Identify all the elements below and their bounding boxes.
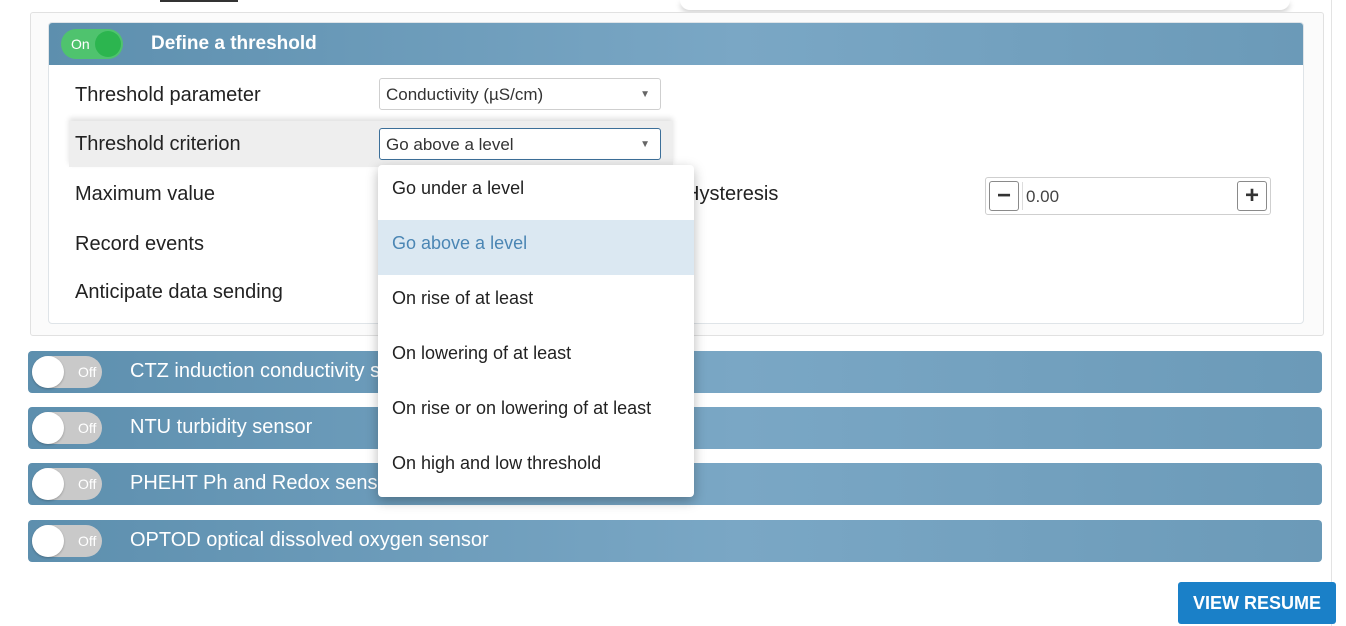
optod-toggle[interactable]: Off xyxy=(32,525,102,557)
toggle-knob xyxy=(32,356,64,388)
dropdown-option-on-lowering[interactable]: On lowering of at least xyxy=(378,330,694,385)
chevron-down-icon: ▼ xyxy=(640,89,650,100)
sensor-title: NTU turbidity sensor xyxy=(130,416,313,438)
hysteresis-label: Hysteresis xyxy=(685,183,779,205)
minus-icon[interactable]: − xyxy=(989,181,1019,211)
record-events-label: Record events xyxy=(75,233,204,255)
toggle-state-label: Off xyxy=(78,420,97,436)
right-divider xyxy=(1331,0,1332,626)
anticipate-data-sending-label: Anticipate data sending xyxy=(75,281,283,303)
toggle-knob xyxy=(32,468,64,500)
criterion-dropdown-menu: Go under a level Go above a level On ris… xyxy=(378,165,694,497)
toggle-state-label: Off xyxy=(78,476,97,492)
toggle-state-label: Off xyxy=(78,533,97,549)
dropdown-option-high-low[interactable]: On high and low threshold xyxy=(378,440,694,495)
top-underline xyxy=(160,0,238,2)
sensor-title: PHEHT Ph and Redox sensor xyxy=(130,472,396,494)
dropdown-option-go-under[interactable]: Go under a level xyxy=(378,165,694,220)
hysteresis-stepper: − 0.00 + xyxy=(985,177,1271,215)
toggle-knob xyxy=(95,31,121,57)
pheht-toggle[interactable]: Off xyxy=(32,468,102,500)
threshold-parameter-label: Threshold parameter xyxy=(75,84,261,106)
toggle-knob xyxy=(32,412,64,444)
stepper-divider xyxy=(1022,182,1023,210)
hysteresis-input[interactable]: 0.00 xyxy=(1026,187,1059,207)
maximum-value-label: Maximum value xyxy=(75,183,216,205)
sensor-bar-optod[interactable]: Off OPTOD optical dissolved oxygen senso… xyxy=(28,520,1322,562)
plus-icon[interactable]: + xyxy=(1237,181,1267,211)
dropdown-option-on-rise[interactable]: On rise of at least xyxy=(378,275,694,330)
threshold-parameter-select[interactable]: Conductivity (µS/cm) ▼ xyxy=(379,78,661,110)
top-card-edge xyxy=(680,0,1290,10)
threshold-criterion-value: Go above a level xyxy=(386,135,514,154)
toggle-state-label: Off xyxy=(78,364,97,380)
threshold-header: On Define a threshold xyxy=(49,23,1303,65)
dropdown-option-go-above[interactable]: Go above a level xyxy=(378,220,694,275)
threshold-parameter-value: Conductivity (µS/cm) xyxy=(386,85,544,104)
view-resume-button[interactable]: VIEW RESUME xyxy=(1178,582,1336,624)
threshold-title: Define a threshold xyxy=(151,33,317,54)
threshold-toggle[interactable]: On xyxy=(61,29,123,59)
ntu-toggle[interactable]: Off xyxy=(32,412,102,444)
chevron-down-icon: ▼ xyxy=(640,139,650,150)
threshold-criterion-select[interactable]: Go above a level ▼ xyxy=(379,128,661,160)
toggle-knob xyxy=(32,525,64,557)
threshold-criterion-label: Threshold criterion xyxy=(75,133,241,155)
dropdown-option-rise-or-lowering[interactable]: On rise or on lowering of at least xyxy=(378,385,694,440)
sensor-title: OPTOD optical dissolved oxygen sensor xyxy=(130,529,489,551)
ctz-toggle[interactable]: Off xyxy=(32,356,102,388)
toggle-state-label: On xyxy=(71,36,90,52)
